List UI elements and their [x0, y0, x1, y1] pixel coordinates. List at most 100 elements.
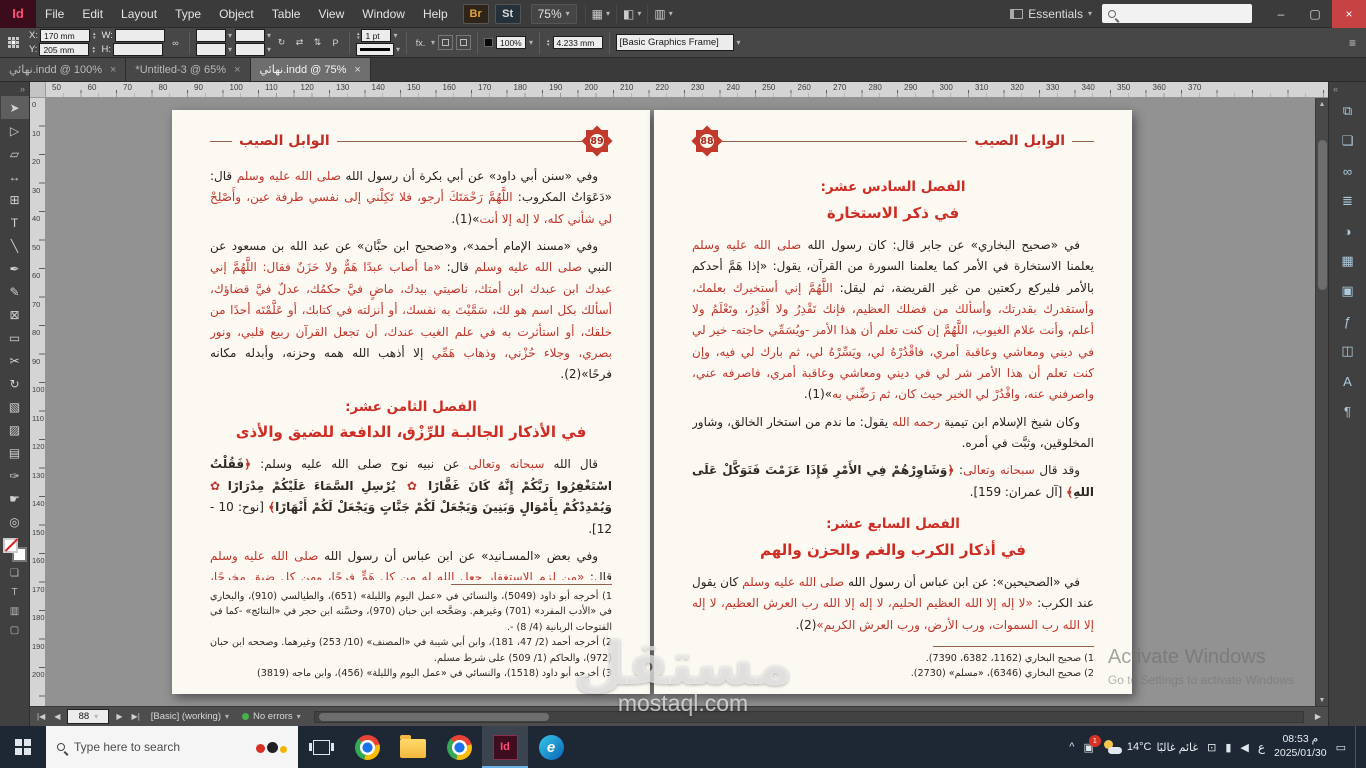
tab-close-icon[interactable]: × — [354, 64, 360, 76]
stepper-icon[interactable]: ▴ ▾ — [357, 31, 360, 40]
color-panel-icon[interactable]: ◑ — [1331, 216, 1365, 246]
weather-widget[interactable]: 14°C غائم غالبًا — [1103, 740, 1198, 754]
effects-button[interactable]: fx. — [413, 35, 428, 51]
width-field[interactable] — [114, 29, 165, 42]
fill-swatch[interactable] — [2, 538, 18, 553]
notification-tray-icon[interactable]: ▣ 1 — [1083, 734, 1101, 754]
horizontal-scrollbar[interactable] — [313, 710, 1304, 723]
indesign-taskbar-icon[interactable]: Id — [482, 726, 528, 768]
zoom-tool[interactable]: ◎ — [1, 510, 29, 533]
fill-stroke-swatches[interactable] — [2, 538, 27, 562]
shear-angle-field[interactable] — [234, 43, 265, 56]
previous-page-button[interactable]: ◀ — [52, 712, 62, 721]
gradient-swatch-tool[interactable]: ▧ — [1, 395, 29, 418]
task-view-button[interactable] — [298, 726, 344, 768]
vertical-scrollbar[interactable]: ▲ ▼ — [1315, 98, 1328, 706]
arrange-documents-button[interactable]: ▥ ▾ — [647, 4, 678, 23]
scale-x-field[interactable] — [195, 29, 226, 42]
menu-file[interactable]: File — [36, 0, 73, 28]
battery-tray-icon[interactable]: ▮ — [1225, 741, 1231, 754]
gap-tool[interactable]: ↔ — [1, 165, 29, 188]
close-button[interactable]: × — [1332, 0, 1366, 28]
text-wrap-panel-icon[interactable]: ◫ — [1331, 336, 1365, 366]
layers-panel-icon[interactable]: ❏ — [1331, 126, 1365, 156]
effects-panel-icon[interactable]: ƒ — [1331, 306, 1365, 336]
direct-selection-tool[interactable]: ▷ — [1, 119, 29, 142]
free-transform-tool[interactable]: ↻ — [1, 372, 29, 395]
horizontal-scroll-thumb[interactable] — [318, 712, 549, 721]
app-search-input[interactable] — [1102, 4, 1252, 23]
screen-mode-icon[interactable]: ▢ — [1, 621, 29, 640]
view-options-button[interactable]: ▦ ▾ — [584, 4, 616, 23]
apply-gradient-icon[interactable]: ▥ — [1, 602, 29, 621]
book-page-88[interactable]: 88 الوابل الصيب الفصل السادس عشر: في ذكر ال… — [654, 110, 1132, 694]
formatting-affects-text-icon[interactable]: T — [1, 583, 29, 602]
object-style-dropdown[interactable]: [Basic Graphics Frame] — [615, 34, 734, 51]
vertical-scroll-thumb[interactable] — [1318, 140, 1327, 290]
collapse-tools-icon[interactable]: » — [16, 82, 29, 96]
scroll-right-icon[interactable]: ▶ — [1313, 712, 1323, 721]
pages-panel-icon[interactable]: ⧉ — [1331, 96, 1365, 126]
y-position-field[interactable]: 205 mm — [39, 43, 90, 56]
formatting-affects-container-icon[interactable]: ❏ — [1, 564, 29, 583]
tab-close-icon[interactable]: × — [110, 64, 116, 76]
menu-table[interactable]: Table — [263, 0, 310, 28]
constrain-proportions-icon[interactable]: ∞ — [168, 35, 183, 51]
flip-horizontal-button[interactable]: ⇄ — [292, 35, 307, 51]
rectangle-tool[interactable]: ▭ — [1, 326, 29, 349]
edge-icon[interactable]: e — [528, 726, 574, 768]
book-page-89[interactable]: الوابل الصيب 89 وفي «سنن أبي داود» عن أبي … — [172, 110, 650, 694]
opacity-field[interactable]: 100% — [496, 36, 526, 49]
stock-button[interactable]: St — [494, 3, 521, 24]
horizontal-ruler[interactable]: 50 60 70 80 90 100 110 120 130 140 150 160 170 180 190… — [46, 82, 1328, 98]
pasteboard[interactable]: الوابل الصيب 89 وفي «سنن أبي داود» عن أبي … — [46, 98, 1328, 706]
menu-type[interactable]: Type — [166, 0, 210, 28]
no-text-wrap-button[interactable] — [438, 35, 453, 50]
menu-help[interactable]: Help — [414, 0, 457, 28]
menu-edit[interactable]: Edit — [73, 0, 112, 28]
document-tab[interactable]: نهائي.indd @ 100% × — [0, 58, 127, 81]
hidden-icons-chevron[interactable]: ^ — [1069, 741, 1074, 753]
zoom-level-dropdown[interactable]: 75% ▾ — [530, 3, 577, 24]
line-tool[interactable]: ╲ — [1, 234, 29, 257]
clock[interactable]: 08:53 م 2025/01/30 — [1274, 733, 1327, 760]
menu-window[interactable]: Window — [353, 0, 414, 28]
browser-icon[interactable] — [436, 726, 482, 768]
scale-y-field[interactable] — [195, 43, 226, 56]
last-page-button[interactable]: ▶| — [130, 712, 142, 721]
stepper-icon[interactable]: ▴ ▾ — [547, 38, 550, 47]
note-tool[interactable]: ▤ — [1, 441, 29, 464]
pencil-tool[interactable]: ✎ — [1, 280, 29, 303]
hand-tool[interactable]: ☛ — [1, 487, 29, 510]
restore-button[interactable]: ▢ — [1298, 0, 1332, 28]
swatches-panel-icon[interactable]: ▦ — [1331, 246, 1365, 276]
gradient-feather-tool[interactable]: ▨ — [1, 418, 29, 441]
rectangle-frame-tool[interactable]: ⊠ — [1, 303, 29, 326]
action-center-icon[interactable]: ▭ — [1336, 741, 1346, 754]
stepper-icon[interactable]: ▴ ▾ — [92, 45, 95, 54]
screen-mode-button[interactable]: ◧ ▾ — [616, 4, 647, 23]
menu-layout[interactable]: Layout — [112, 0, 166, 28]
display-tray-icon[interactable]: ⊡ — [1207, 741, 1216, 754]
pen-tool[interactable]: ✒ — [1, 257, 29, 280]
links-panel-icon[interactable]: ∞ — [1331, 156, 1365, 186]
page-number-field[interactable]: 88 ▾ — [67, 709, 110, 724]
bridge-button[interactable]: Br — [462, 3, 489, 24]
cc-libraries-panel-icon[interactable]: ▣ — [1331, 276, 1365, 306]
scroll-down-icon[interactable]: ▼ — [1319, 694, 1326, 706]
vertical-scroll-track[interactable] — [1316, 110, 1328, 694]
menu-object[interactable]: Object — [210, 0, 263, 28]
scroll-up-icon[interactable]: ▲ — [1319, 98, 1326, 110]
preflight-status[interactable]: No errors ▾ — [238, 711, 305, 722]
vertical-ruler[interactable]: 0 10 20 30 40 50 60 70 80 90 100 110 120 130 140 150 160… — [30, 98, 46, 706]
scissors-tool[interactable]: ✂ — [1, 349, 29, 372]
page-tool[interactable]: ▱ — [1, 142, 29, 165]
tab-close-icon[interactable]: × — [234, 64, 240, 76]
corner-radius-field[interactable]: 4.233 mm — [552, 36, 603, 49]
taskbar-search[interactable]: Type here to search — [46, 726, 298, 768]
minimize-button[interactable]: – — [1264, 0, 1298, 28]
flip-vertical-button[interactable]: ⇅ — [310, 35, 325, 51]
type-tool[interactable]: T — [1, 211, 29, 234]
reference-point-proxy[interactable] — [8, 37, 19, 48]
stroke-weight-field[interactable]: 1 pt — [361, 29, 392, 42]
